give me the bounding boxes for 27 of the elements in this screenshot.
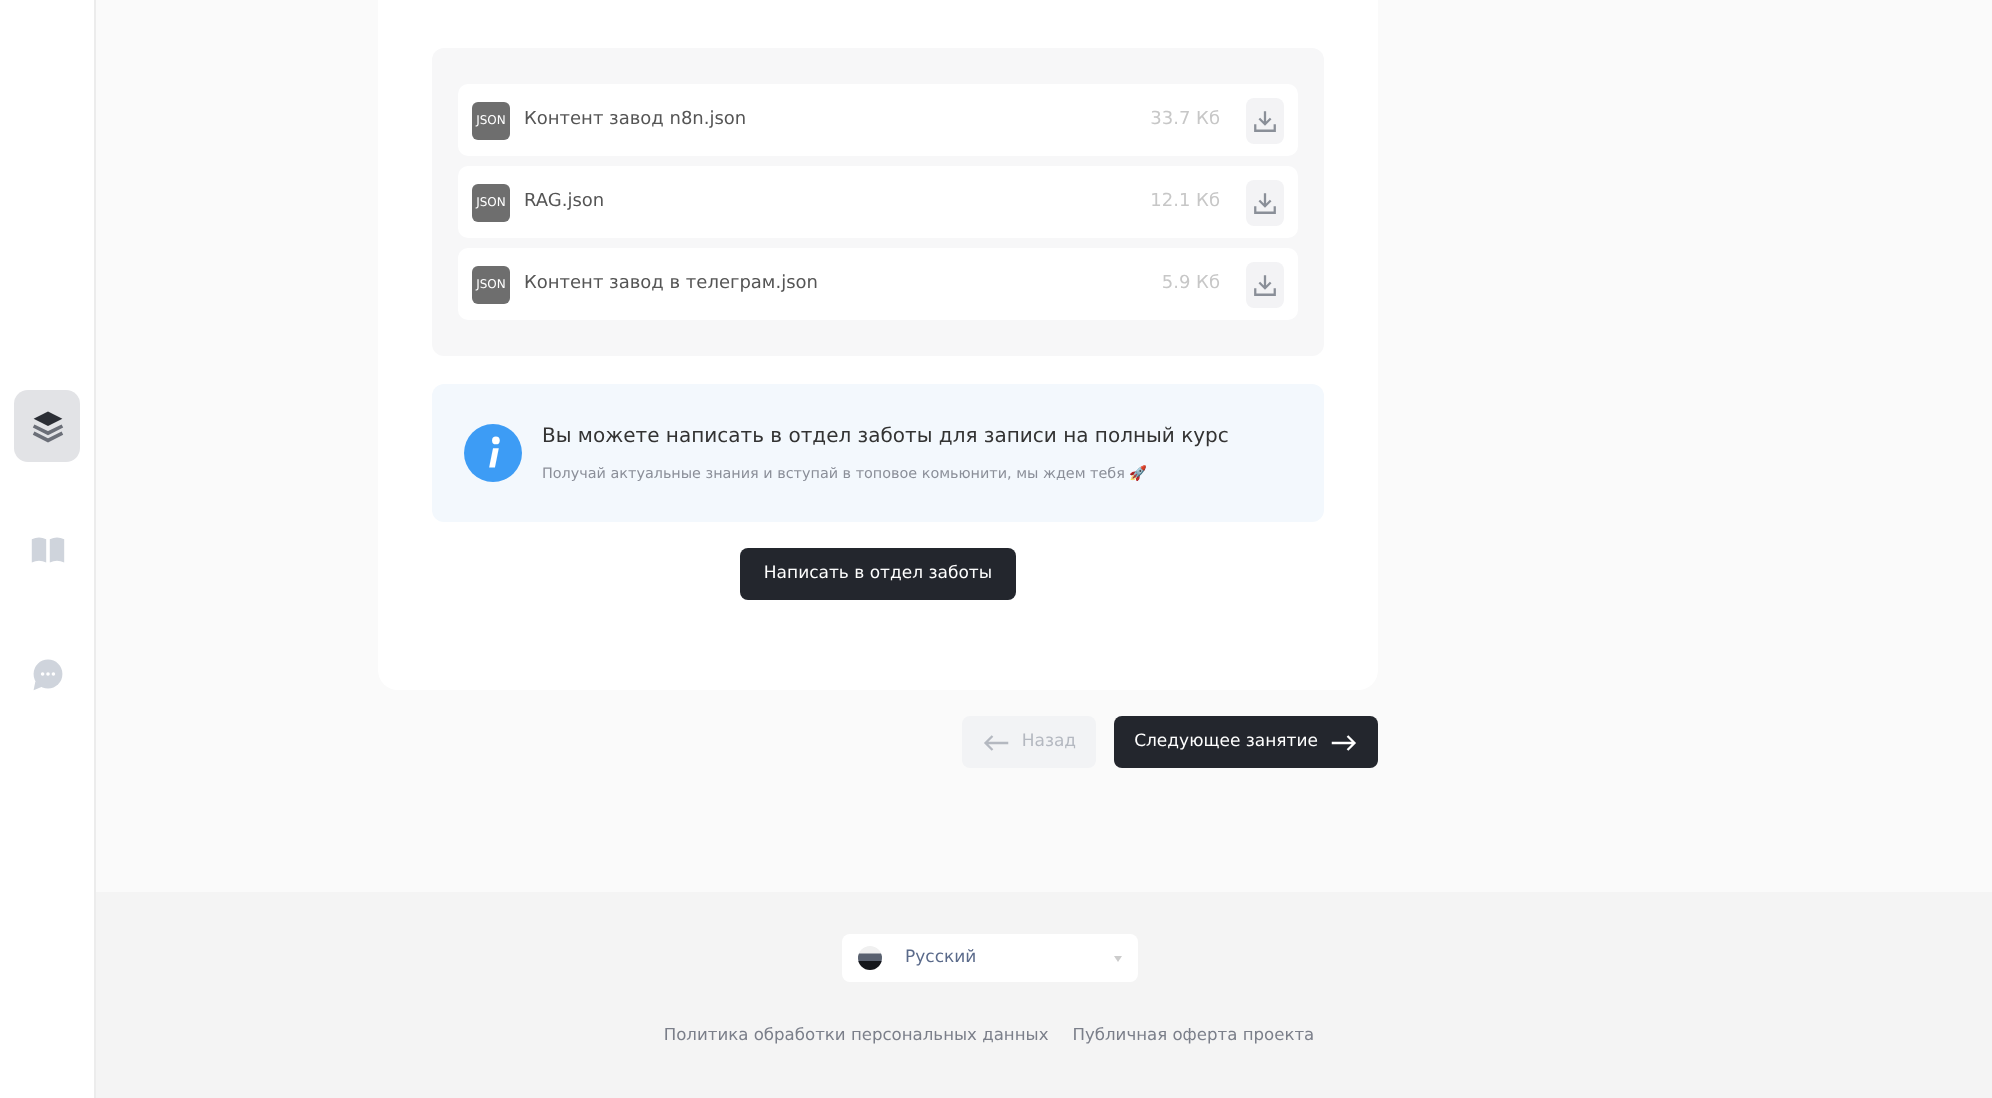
file-size: 5.9 Кб xyxy=(1161,274,1220,294)
info-icon xyxy=(464,424,522,482)
caret-icon xyxy=(1113,955,1121,961)
contact-button[interactable]: Написать в отдел заботы xyxy=(739,548,1017,600)
notice-title: Вы можете написать в отдел заботы для записи на полный курс xyxy=(542,425,1229,447)
download-button[interactable] xyxy=(1246,179,1284,225)
flag-icon xyxy=(857,946,881,970)
sidebar-item[interactable] xyxy=(14,390,80,462)
book-icon xyxy=(29,532,65,568)
arrow-right-icon xyxy=(1330,733,1358,751)
footer-link[interactable]: Публичная оферта проекта xyxy=(1072,1024,1315,1044)
next-lesson-button[interactable]: Следующее занятие xyxy=(1114,716,1378,768)
file-size: 12.1 Кб xyxy=(1150,192,1220,212)
file-size: 33.7 Кб xyxy=(1150,110,1220,130)
arrow-left-icon xyxy=(981,733,1010,751)
download-button[interactable] xyxy=(1246,261,1284,307)
footer-link[interactable]: Политика обработки персональных данных xyxy=(663,1024,1049,1044)
file-name: Контент завод в телеграм.json xyxy=(524,274,820,294)
file-name: RAG.json xyxy=(524,192,607,212)
layers-icon xyxy=(29,408,65,444)
chat-bubble-icon xyxy=(29,656,65,692)
download-button[interactable] xyxy=(1246,97,1284,143)
download-icon xyxy=(1252,189,1278,215)
file-name: Контент завод n8n.json xyxy=(524,110,749,130)
download-icon xyxy=(1252,107,1278,133)
language-select[interactable]: Русский xyxy=(841,934,1137,982)
download-icon xyxy=(1252,271,1278,297)
